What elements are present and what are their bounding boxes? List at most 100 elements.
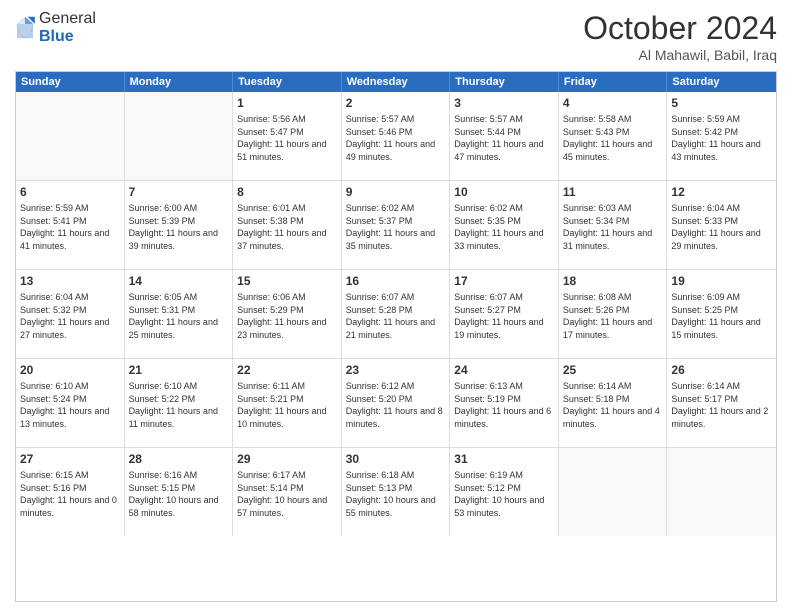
header: General Blue October 2024 Al Mahawil, Ba… bbox=[15, 10, 777, 63]
cal-cell-r0-c6: 5Sunrise: 5:59 AM Sunset: 5:42 PM Daylig… bbox=[667, 92, 776, 180]
sun-info: Sunrise: 6:08 AM Sunset: 5:26 PM Dayligh… bbox=[563, 291, 663, 341]
sun-info: Sunrise: 6:16 AM Sunset: 5:15 PM Dayligh… bbox=[129, 469, 229, 519]
sun-info: Sunrise: 6:14 AM Sunset: 5:18 PM Dayligh… bbox=[563, 380, 663, 430]
day-number: 20 bbox=[20, 362, 120, 378]
cal-cell-r3-c2: 22 Sunrise: 6:11 AM Sunset: 5:21 PM Dayli… bbox=[233, 359, 342, 447]
cal-cell-r1-c1: 7 Sunrise: 6:00 AM Sunset: 5:39 PM Daylig… bbox=[125, 181, 234, 269]
header-thursday: Thursday bbox=[450, 72, 559, 92]
day-number: 7 bbox=[129, 184, 229, 200]
day-number: 10 bbox=[454, 184, 554, 200]
calendar-row-4: 20 Sunrise: 6:10 AM Sunset: 5:24 PM Dayli… bbox=[16, 359, 776, 448]
day-number: 26 bbox=[671, 362, 772, 378]
sun-info: Sunrise: 5:56 AM Sunset: 5:47 PM Dayligh… bbox=[237, 113, 337, 163]
day-number: 22 bbox=[237, 362, 337, 378]
calendar-row-3: 13Sunrise: 6:04 AM Sunset: 5:32 PM Dayli… bbox=[16, 270, 776, 359]
day-number: 6 bbox=[20, 184, 120, 200]
sun-info: Sunrise: 6:06 AM Sunset: 5:29 PM Dayligh… bbox=[237, 291, 337, 341]
cal-cell-r3-c6: 26 Sunrise: 6:14 AM Sunset: 5:17 PM Dayli… bbox=[667, 359, 776, 447]
day-number: 23 bbox=[346, 362, 446, 378]
sun-info: Sunrise: 6:03 AM Sunset: 5:34 PM Dayligh… bbox=[563, 202, 663, 252]
cal-cell-r2-c4: 17 Sunrise: 6:07 AM Sunset: 5:27 PM Dayli… bbox=[450, 270, 559, 358]
logo-blue-text: Blue bbox=[39, 28, 96, 46]
sun-info: Sunrise: 6:04 AM Sunset: 5:33 PM Dayligh… bbox=[671, 202, 772, 252]
day-number: 13 bbox=[20, 273, 120, 289]
logo-general-text: General bbox=[39, 10, 96, 28]
cal-cell-r2-c6: 19Sunrise: 6:09 AM Sunset: 5:25 PM Dayli… bbox=[667, 270, 776, 358]
sun-info: Sunrise: 6:11 AM Sunset: 5:21 PM Dayligh… bbox=[237, 380, 337, 430]
sun-info: Sunrise: 6:02 AM Sunset: 5:37 PM Dayligh… bbox=[346, 202, 446, 252]
sun-info: Sunrise: 6:09 AM Sunset: 5:25 PM Dayligh… bbox=[671, 291, 772, 341]
cal-cell-r1-c6: 12 Sunrise: 6:04 AM Sunset: 5:33 PM Dayli… bbox=[667, 181, 776, 269]
cal-cell-r0-c5: 4 Sunrise: 5:58 AM Sunset: 5:43 PM Daylig… bbox=[559, 92, 668, 180]
cal-cell-r1-c0: 6 Sunrise: 5:59 AM Sunset: 5:41 PM Daylig… bbox=[16, 181, 125, 269]
logo: General Blue bbox=[15, 10, 96, 45]
sun-info: Sunrise: 6:14 AM Sunset: 5:17 PM Dayligh… bbox=[671, 380, 772, 430]
sun-info: Sunrise: 6:05 AM Sunset: 5:31 PM Dayligh… bbox=[129, 291, 229, 341]
sun-info: Sunrise: 6:17 AM Sunset: 5:14 PM Dayligh… bbox=[237, 469, 337, 519]
day-number: 4 bbox=[563, 95, 663, 111]
day-number: 11 bbox=[563, 184, 663, 200]
cal-cell-r3-c1: 21 Sunrise: 6:10 AM Sunset: 5:22 PM Dayli… bbox=[125, 359, 234, 447]
sun-info: Sunrise: 5:57 AM Sunset: 5:46 PM Dayligh… bbox=[346, 113, 446, 163]
title-block: October 2024 Al Mahawil, Babil, Iraq bbox=[583, 10, 777, 63]
calendar: Sunday Monday Tuesday Wednesday Thursday… bbox=[15, 71, 777, 602]
header-monday: Monday bbox=[125, 72, 234, 92]
sun-info: Sunrise: 6:02 AM Sunset: 5:35 PM Dayligh… bbox=[454, 202, 554, 252]
cal-cell-r4-c6 bbox=[667, 448, 776, 536]
cal-cell-r2-c3: 16 Sunrise: 6:07 AM Sunset: 5:28 PM Dayli… bbox=[342, 270, 451, 358]
day-number: 5 bbox=[671, 95, 772, 111]
day-number: 29 bbox=[237, 451, 337, 467]
day-number: 30 bbox=[346, 451, 446, 467]
day-number: 2 bbox=[346, 95, 446, 111]
day-number: 17 bbox=[454, 273, 554, 289]
sun-info: Sunrise: 5:59 AM Sunset: 5:41 PM Dayligh… bbox=[20, 202, 120, 252]
sun-info: Sunrise: 6:07 AM Sunset: 5:28 PM Dayligh… bbox=[346, 291, 446, 341]
sun-info: Sunrise: 6:00 AM Sunset: 5:39 PM Dayligh… bbox=[129, 202, 229, 252]
sun-info: Sunrise: 6:12 AM Sunset: 5:20 PM Dayligh… bbox=[346, 380, 446, 430]
day-number: 9 bbox=[346, 184, 446, 200]
day-number: 27 bbox=[20, 451, 120, 467]
calendar-row-2: 6 Sunrise: 5:59 AM Sunset: 5:41 PM Daylig… bbox=[16, 181, 776, 270]
month-title: October 2024 bbox=[583, 10, 777, 47]
cal-cell-r4-c0: 27Sunrise: 6:15 AM Sunset: 5:16 PM Dayli… bbox=[16, 448, 125, 536]
calendar-body: 1 Sunrise: 5:56 AM Sunset: 5:47 PM Daylig… bbox=[16, 92, 776, 536]
cal-cell-r3-c5: 25 Sunrise: 6:14 AM Sunset: 5:18 PM Dayli… bbox=[559, 359, 668, 447]
logo-icon bbox=[15, 15, 35, 40]
calendar-header: Sunday Monday Tuesday Wednesday Thursday… bbox=[16, 72, 776, 92]
day-number: 28 bbox=[129, 451, 229, 467]
cal-cell-r0-c4: 3Sunrise: 5:57 AM Sunset: 5:44 PM Daylig… bbox=[450, 92, 559, 180]
sun-info: Sunrise: 6:18 AM Sunset: 5:13 PM Dayligh… bbox=[346, 469, 446, 519]
cal-cell-r1-c3: 9 Sunrise: 6:02 AM Sunset: 5:37 PM Daylig… bbox=[342, 181, 451, 269]
sun-info: Sunrise: 5:58 AM Sunset: 5:43 PM Dayligh… bbox=[563, 113, 663, 163]
day-number: 21 bbox=[129, 362, 229, 378]
sun-info: Sunrise: 6:10 AM Sunset: 5:24 PM Dayligh… bbox=[20, 380, 120, 430]
header-sunday: Sunday bbox=[16, 72, 125, 92]
cal-cell-r0-c0 bbox=[16, 92, 125, 180]
cal-cell-r4-c5 bbox=[559, 448, 668, 536]
header-tuesday: Tuesday bbox=[233, 72, 342, 92]
sun-info: Sunrise: 6:13 AM Sunset: 5:19 PM Dayligh… bbox=[454, 380, 554, 430]
cal-cell-r3-c3: 23 Sunrise: 6:12 AM Sunset: 5:20 PM Dayli… bbox=[342, 359, 451, 447]
cal-cell-r1-c5: 11 Sunrise: 6:03 AM Sunset: 5:34 PM Dayli… bbox=[559, 181, 668, 269]
cal-cell-r1-c4: 10 Sunrise: 6:02 AM Sunset: 5:35 PM Dayli… bbox=[450, 181, 559, 269]
calendar-row-1: 1 Sunrise: 5:56 AM Sunset: 5:47 PM Daylig… bbox=[16, 92, 776, 181]
cal-cell-r3-c0: 20 Sunrise: 6:10 AM Sunset: 5:24 PM Dayli… bbox=[16, 359, 125, 447]
calendar-row-5: 27Sunrise: 6:15 AM Sunset: 5:16 PM Dayli… bbox=[16, 448, 776, 536]
day-number: 24 bbox=[454, 362, 554, 378]
sun-info: Sunrise: 6:10 AM Sunset: 5:22 PM Dayligh… bbox=[129, 380, 229, 430]
sun-info: Sunrise: 6:01 AM Sunset: 5:38 PM Dayligh… bbox=[237, 202, 337, 252]
location-title: Al Mahawil, Babil, Iraq bbox=[583, 47, 777, 63]
day-number: 16 bbox=[346, 273, 446, 289]
header-wednesday: Wednesday bbox=[342, 72, 451, 92]
day-number: 15 bbox=[237, 273, 337, 289]
cal-cell-r4-c2: 29 Sunrise: 6:17 AM Sunset: 5:14 PM Dayli… bbox=[233, 448, 342, 536]
day-number: 1 bbox=[237, 95, 337, 111]
sun-info: Sunrise: 6:07 AM Sunset: 5:27 PM Dayligh… bbox=[454, 291, 554, 341]
cal-cell-r4-c1: 28 Sunrise: 6:16 AM Sunset: 5:15 PM Dayli… bbox=[125, 448, 234, 536]
cal-cell-r2-c0: 13Sunrise: 6:04 AM Sunset: 5:32 PM Dayli… bbox=[16, 270, 125, 358]
day-number: 12 bbox=[671, 184, 772, 200]
page: General Blue October 2024 Al Mahawil, Ba… bbox=[0, 0, 792, 612]
day-number: 25 bbox=[563, 362, 663, 378]
cal-cell-r2-c2: 15 Sunrise: 6:06 AM Sunset: 5:29 PM Dayli… bbox=[233, 270, 342, 358]
cal-cell-r2-c5: 18Sunrise: 6:08 AM Sunset: 5:26 PM Dayli… bbox=[559, 270, 668, 358]
